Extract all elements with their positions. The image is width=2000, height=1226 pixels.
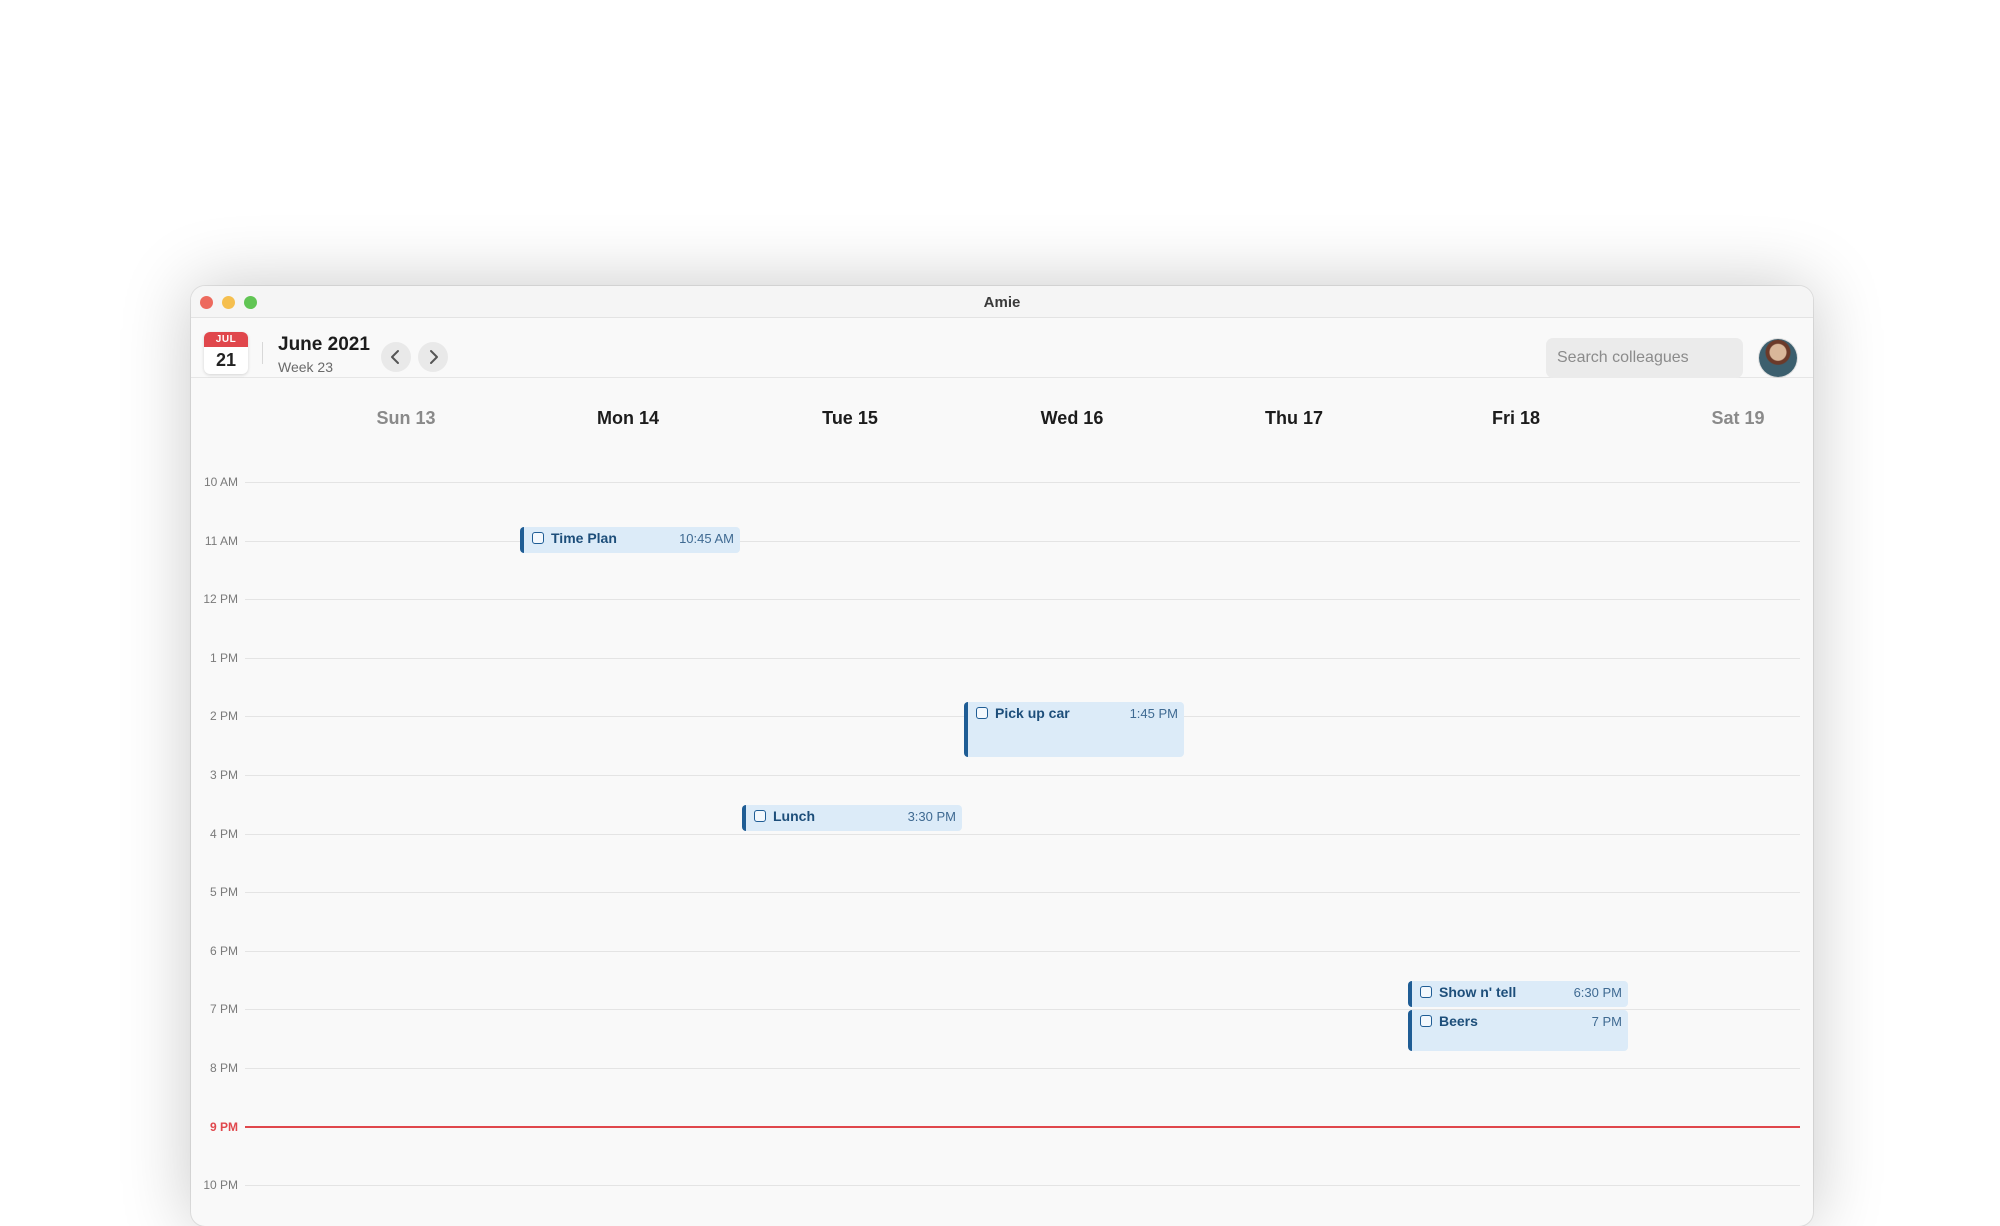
event-checkbox[interactable] — [532, 532, 544, 544]
hour-gridline — [245, 658, 1800, 659]
toolbar-divider — [262, 342, 263, 364]
window-title: Amie — [983, 294, 1021, 311]
event-time: 6:30 PM — [1573, 985, 1622, 1000]
hour-label: 1 PM — [209, 651, 238, 665]
search-colleagues-input[interactable] — [1546, 338, 1743, 378]
event-checkbox[interactable] — [976, 707, 988, 719]
event-title: Lunch — [773, 808, 815, 824]
event-title: Show n' tell — [1439, 984, 1517, 1000]
hour-gridline — [245, 541, 1800, 542]
day-header[interactable]: Mon 14 — [517, 408, 739, 429]
day-header[interactable]: Wed 16 — [961, 408, 1183, 429]
hour-gridline — [245, 775, 1800, 776]
hour-gridline — [245, 599, 1800, 600]
event-checkbox[interactable] — [1420, 986, 1432, 998]
event-card[interactable]: Time Plan 10:45 AM — [520, 527, 740, 553]
current-time-line — [245, 1126, 1800, 1128]
hour-label: 5 PM — [209, 885, 238, 899]
event-checkbox[interactable] — [754, 810, 766, 822]
event-checkbox[interactable] — [1420, 1015, 1432, 1027]
event-card[interactable]: Pick up car 1:45 PM — [964, 702, 1184, 757]
title-bar: Amie — [191, 286, 1813, 318]
event-card[interactable]: Beers 7 PM — [1408, 1010, 1628, 1051]
date-badge-month: JUL — [204, 332, 248, 347]
day-header[interactable]: Sun 13 — [295, 408, 517, 429]
event-title: Pick up car — [995, 705, 1070, 721]
today-date-badge[interactable]: JUL 21 — [204, 332, 248, 374]
day-header[interactable]: Thu 17 — [1183, 408, 1405, 429]
hour-label: 12 PM — [203, 592, 238, 606]
hour-label: 2 PM — [209, 709, 238, 723]
hour-label: 4 PM — [209, 827, 238, 841]
hour-label: 11 AM — [204, 534, 238, 548]
user-avatar[interactable] — [1759, 339, 1797, 377]
event-title: Beers — [1439, 1013, 1478, 1029]
day-header[interactable]: Sat 19 — [1627, 408, 1813, 429]
event-card[interactable]: Lunch 3:30 PM — [742, 805, 962, 831]
month-title: June 2021 — [278, 334, 370, 355]
day-header[interactable]: Tue 15 — [739, 408, 961, 429]
hour-gridline — [245, 834, 1800, 835]
hour-label: 7 PM — [209, 1002, 238, 1016]
calendar-toolbar: JUL 21 June 2021 Week 23 — [191, 318, 1813, 378]
hour-gridline — [245, 1185, 1800, 1186]
event-time: 7 PM — [1591, 1014, 1622, 1029]
event-time: 10:45 AM — [679, 531, 734, 546]
week-label: Week 23 — [278, 359, 333, 375]
hour-gridline — [245, 892, 1800, 893]
date-badge-day: 21 — [215, 350, 237, 370]
chevron-left-icon — [391, 350, 399, 364]
day-header[interactable]: Fri 18 — [1405, 408, 1627, 429]
hour-label: 6 PM — [209, 944, 238, 958]
event-card[interactable]: Show n' tell 6:30 PM — [1408, 981, 1628, 1007]
app-window: Amie JUL 21 June 2021 Week 23 Sun 13Mon … — [191, 286, 1813, 1226]
hour-label: 10 PM — [203, 1178, 238, 1192]
next-week-button[interactable] — [418, 342, 448, 372]
hour-gridline — [245, 1068, 1800, 1069]
event-time: 3:30 PM — [907, 809, 956, 824]
hour-label: 8 PM — [209, 1061, 238, 1075]
previous-week-button[interactable] — [381, 342, 411, 372]
hour-label: 10 AM — [203, 475, 238, 489]
event-title: Time Plan — [551, 530, 617, 546]
hour-gridline — [245, 482, 1800, 483]
hour-gridline — [245, 951, 1800, 952]
hour-label: 9 PM — [209, 1120, 238, 1134]
chevron-right-icon — [430, 350, 438, 364]
hour-label: 3 PM — [209, 768, 238, 782]
event-time: 1:45 PM — [1129, 706, 1178, 721]
